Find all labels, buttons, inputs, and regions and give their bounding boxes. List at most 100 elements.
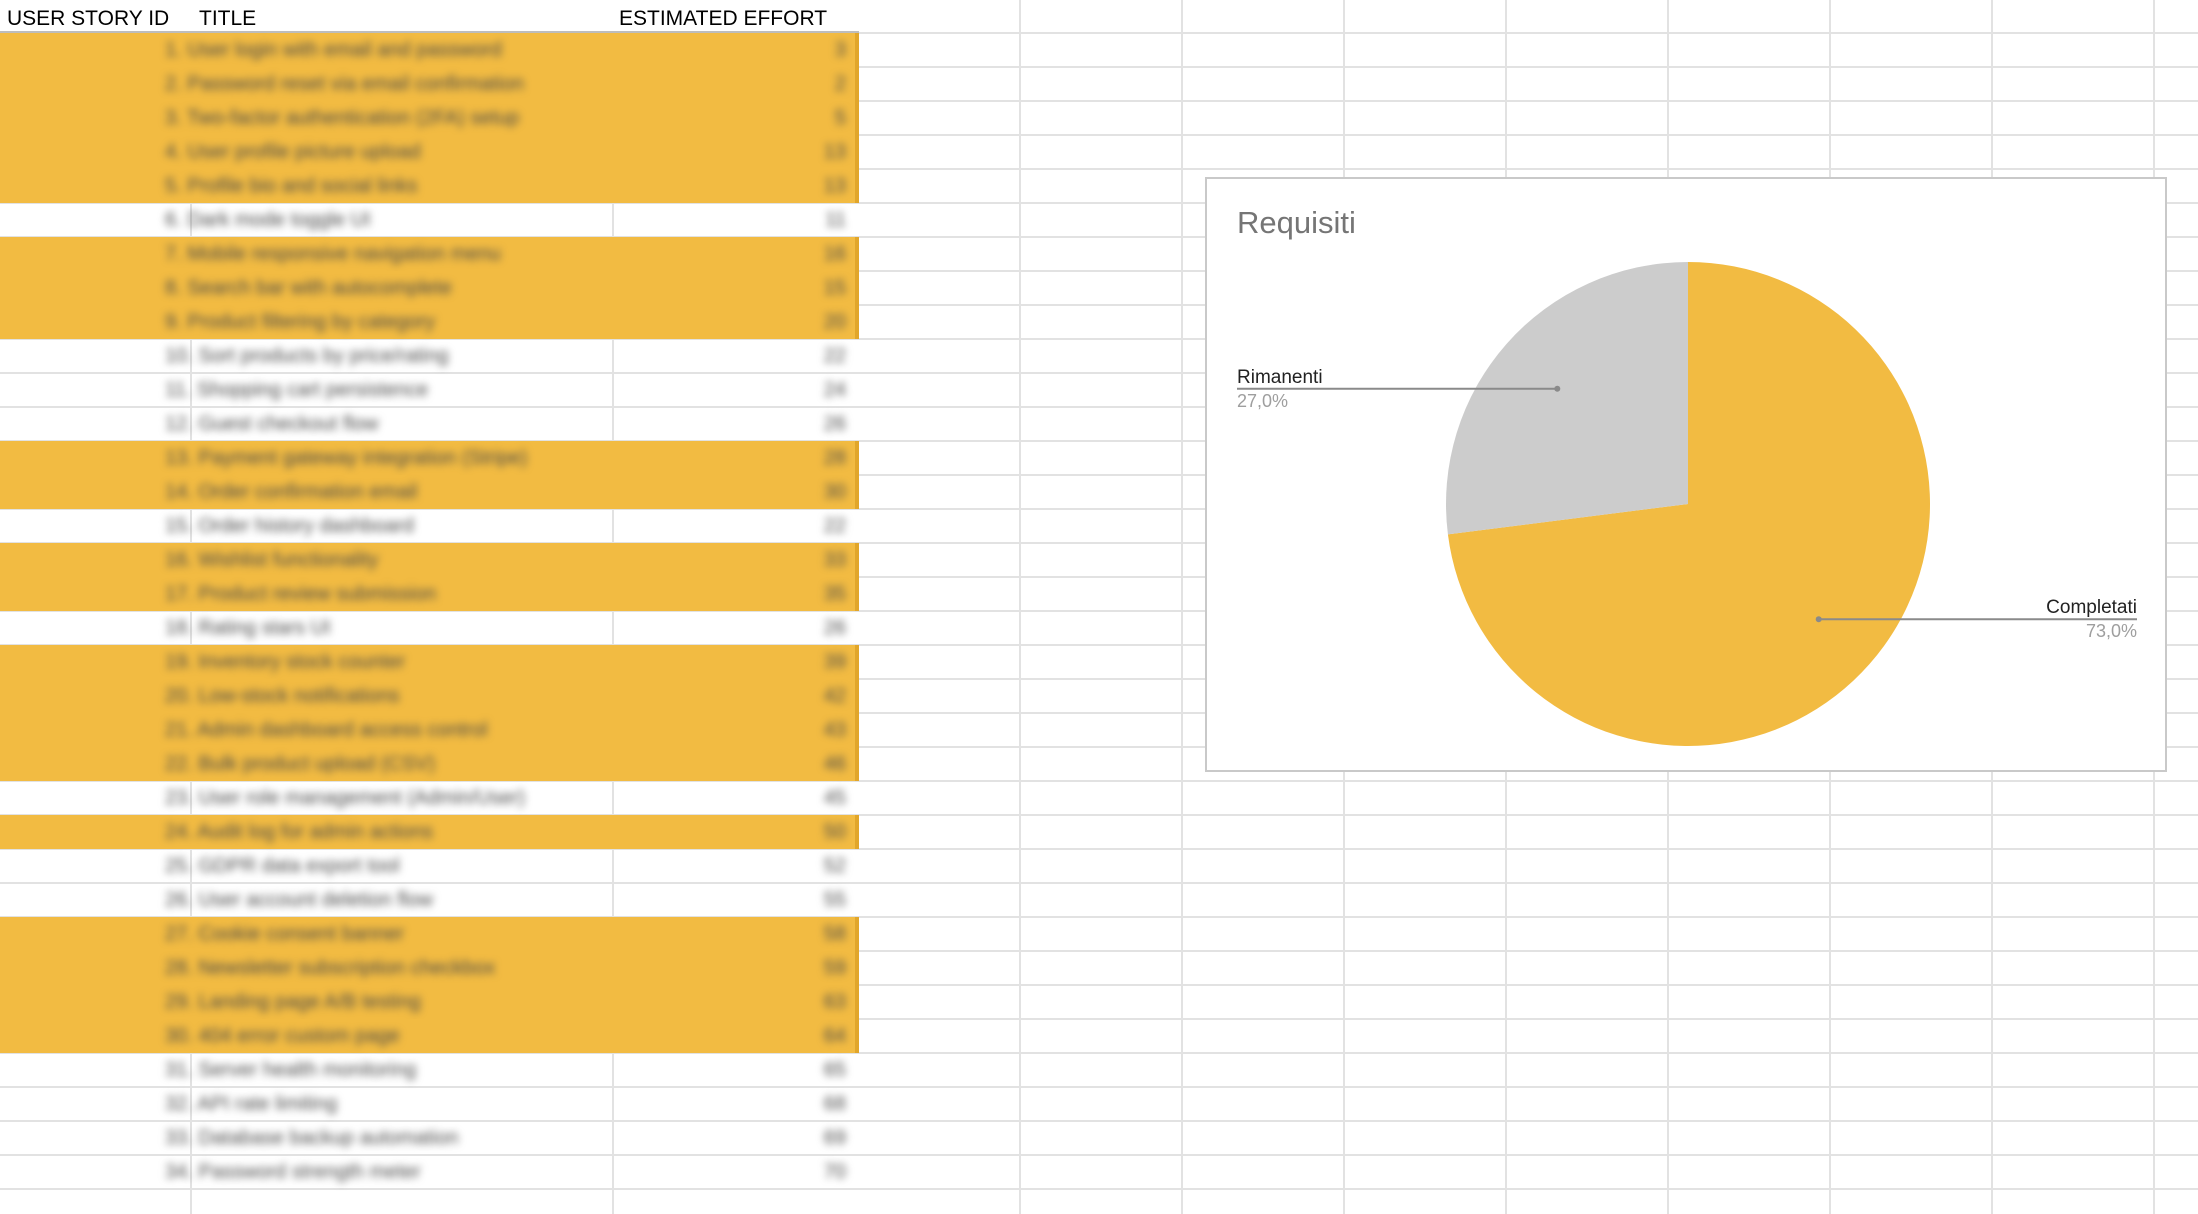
cell-title[interactable]: 17. Product review submission: [165, 577, 585, 611]
table-row[interactable]: 1. User login with email and password 3: [0, 33, 859, 67]
cell-estimated-effort[interactable]: 16: [612, 237, 852, 271]
cell-estimated-effort[interactable]: 63: [612, 985, 852, 1019]
cell-estimated-effort[interactable]: 22: [612, 339, 852, 373]
cell-estimated-effort[interactable]: 20: [612, 305, 852, 339]
cell-estimated-effort[interactable]: 64: [612, 1019, 852, 1053]
cell-title[interactable]: 27. Cookie consent banner: [165, 917, 585, 951]
cell-title[interactable]: 31. Server health monitoring: [165, 1053, 585, 1087]
cell-estimated-effort[interactable]: 58: [612, 917, 852, 951]
table-row[interactable]: 22. Bulk product upload (CSV) 46: [0, 747, 859, 781]
cell-estimated-effort[interactable]: 43: [612, 713, 852, 747]
cell-estimated-effort[interactable]: 69: [612, 1121, 852, 1155]
cell-estimated-effort[interactable]: 5: [612, 101, 852, 135]
cell-title[interactable]: 19. Inventory stock counter: [165, 645, 585, 679]
cell-estimated-effort[interactable]: 3: [612, 33, 852, 67]
cell-estimated-effort[interactable]: 39: [612, 645, 852, 679]
cell-title[interactable]: 23. User role management (Admin/User): [165, 781, 585, 815]
cell-title[interactable]: 34. Password strength meter: [165, 1155, 585, 1189]
cell-title[interactable]: 3. Two-factor authentication (2FA) setup: [165, 101, 585, 135]
cell-title[interactable]: 16. Wishlist functionality: [165, 543, 585, 577]
table-row[interactable]: 27. Cookie consent banner 58: [0, 917, 859, 951]
cell-estimated-effort[interactable]: 26: [612, 611, 852, 645]
cell-title[interactable]: 24. Audit log for admin actions: [165, 815, 585, 849]
table-row[interactable]: 2. Password reset via email confirmation…: [0, 67, 859, 101]
cell-estimated-effort[interactable]: 30: [612, 475, 852, 509]
header-user-story-id[interactable]: USER STORY ID: [0, 0, 192, 33]
cell-estimated-effort[interactable]: 59: [612, 951, 852, 985]
table-row[interactable]: 30. 404 error custom page 64: [0, 1019, 859, 1053]
table-row[interactable]: 15. Order history dashboard 22: [0, 509, 859, 543]
pie-chart[interactable]: Requisiti Completati 73,0% Rimanenti 27,0%: [1205, 177, 2167, 772]
cell-title[interactable]: 7. Mobile responsive navigation menu: [165, 237, 585, 271]
cell-title[interactable]: 14. Order confirmation email: [165, 475, 585, 509]
table-row[interactable]: 7. Mobile responsive navigation menu 16: [0, 237, 859, 271]
cell-estimated-effort[interactable]: 52: [612, 849, 852, 883]
table-row[interactable]: 14. Order confirmation email 30: [0, 475, 859, 509]
table-row[interactable]: 3. Two-factor authentication (2FA) setup…: [0, 101, 859, 135]
cell-title[interactable]: 4. User profile picture upload: [165, 135, 585, 169]
cell-estimated-effort[interactable]: 13: [612, 169, 852, 203]
table-row[interactable]: 33. Database backup automation 69: [0, 1121, 859, 1155]
cell-estimated-effort[interactable]: 35: [612, 577, 852, 611]
table-row[interactable]: 28. Newsletter subscription checkbox 59: [0, 951, 859, 985]
table-row[interactable]: 26. User account deletion flow 55: [0, 883, 859, 917]
table-row[interactable]: 24. Audit log for admin actions 50: [0, 815, 859, 849]
table-row[interactable]: 12. Guest checkout flow 26: [0, 407, 859, 441]
table-row[interactable]: 6. Dark mode toggle UI 11: [0, 203, 859, 237]
cell-estimated-effort[interactable]: 70: [612, 1155, 852, 1189]
table-row[interactable]: 23. User role management (Admin/User) 45: [0, 781, 859, 815]
table-row[interactable]: 8. Search bar with autocomplete 15: [0, 271, 859, 305]
table-row[interactable]: 9. Product filtering by category 20: [0, 305, 859, 339]
cell-estimated-effort[interactable]: 11: [612, 203, 852, 237]
cell-estimated-effort[interactable]: 22: [612, 509, 852, 543]
table-row[interactable]: 25. GDPR data export tool 52: [0, 849, 859, 883]
cell-title[interactable]: 21. Admin dashboard access control: [165, 713, 585, 747]
table-row[interactable]: 13. Payment gateway integration (Stripe)…: [0, 441, 859, 475]
header-title[interactable]: TITLE: [192, 0, 612, 33]
cell-title[interactable]: 12. Guest checkout flow: [165, 407, 585, 441]
cell-title[interactable]: 13. Payment gateway integration (Stripe): [165, 441, 585, 475]
table-row[interactable]: 5. Profile bio and social links 13: [0, 169, 859, 203]
cell-title[interactable]: 28. Newsletter subscription checkbox: [165, 951, 585, 985]
cell-title[interactable]: 29. Landing page A/B testing: [165, 985, 585, 1019]
cell-estimated-effort[interactable]: 33: [612, 543, 852, 577]
cell-estimated-effort[interactable]: 2: [612, 67, 852, 101]
table-row[interactable]: 4. User profile picture upload 13: [0, 135, 859, 169]
cell-title[interactable]: 1. User login with email and password: [165, 33, 585, 67]
cell-title[interactable]: 5. Profile bio and social links: [165, 169, 585, 203]
cell-estimated-effort[interactable]: 15: [612, 271, 852, 305]
table-row[interactable]: 29. Landing page A/B testing 63: [0, 985, 859, 1019]
cell-estimated-effort[interactable]: 50: [612, 815, 852, 849]
cell-title[interactable]: 10. Sort products by price/rating: [165, 339, 585, 373]
cell-title[interactable]: 2. Password reset via email confirmation: [165, 67, 585, 101]
header-estimated-effort[interactable]: ESTIMATED EFFORT: [612, 0, 859, 33]
cell-title[interactable]: 20. Low-stock notifications: [165, 679, 585, 713]
cell-estimated-effort[interactable]: 13: [612, 135, 852, 169]
table-row[interactable]: 20. Low-stock notifications 42: [0, 679, 859, 713]
table-row[interactable]: 32. API rate limiting 68: [0, 1087, 859, 1121]
cell-title[interactable]: 22. Bulk product upload (CSV): [165, 747, 585, 781]
table-row[interactable]: 18. Rating stars UI 26: [0, 611, 859, 645]
cell-estimated-effort[interactable]: 24: [612, 373, 852, 407]
cell-title[interactable]: 6. Dark mode toggle UI: [165, 203, 585, 237]
cell-estimated-effort[interactable]: 55: [612, 883, 852, 917]
cell-estimated-effort[interactable]: 26: [612, 407, 852, 441]
cell-title[interactable]: 8. Search bar with autocomplete: [165, 271, 585, 305]
cell-title[interactable]: 15. Order history dashboard: [165, 509, 585, 543]
pie-slice-rimanenti[interactable]: [1446, 262, 1688, 535]
cell-title[interactable]: 18. Rating stars UI: [165, 611, 585, 645]
table-row[interactable]: 19. Inventory stock counter 39: [0, 645, 859, 679]
table-row[interactable]: 10. Sort products by price/rating 22: [0, 339, 859, 373]
table-row[interactable]: 11. Shopping cart persistence 24: [0, 373, 859, 407]
cell-estimated-effort[interactable]: 46: [612, 747, 852, 781]
cell-estimated-effort[interactable]: 28: [612, 441, 852, 475]
cell-estimated-effort[interactable]: 65: [612, 1053, 852, 1087]
cell-estimated-effort[interactable]: 68: [612, 1087, 852, 1121]
table-row[interactable]: 16. Wishlist functionality 33: [0, 543, 859, 577]
table-row[interactable]: 21. Admin dashboard access control 43: [0, 713, 859, 747]
cell-title[interactable]: 33. Database backup automation: [165, 1121, 585, 1155]
cell-title[interactable]: 11. Shopping cart persistence: [165, 373, 585, 407]
cell-title[interactable]: 9. Product filtering by category: [165, 305, 585, 339]
table-row[interactable]: 34. Password strength meter 70: [0, 1155, 859, 1189]
cell-title[interactable]: 32. API rate limiting: [165, 1087, 585, 1121]
